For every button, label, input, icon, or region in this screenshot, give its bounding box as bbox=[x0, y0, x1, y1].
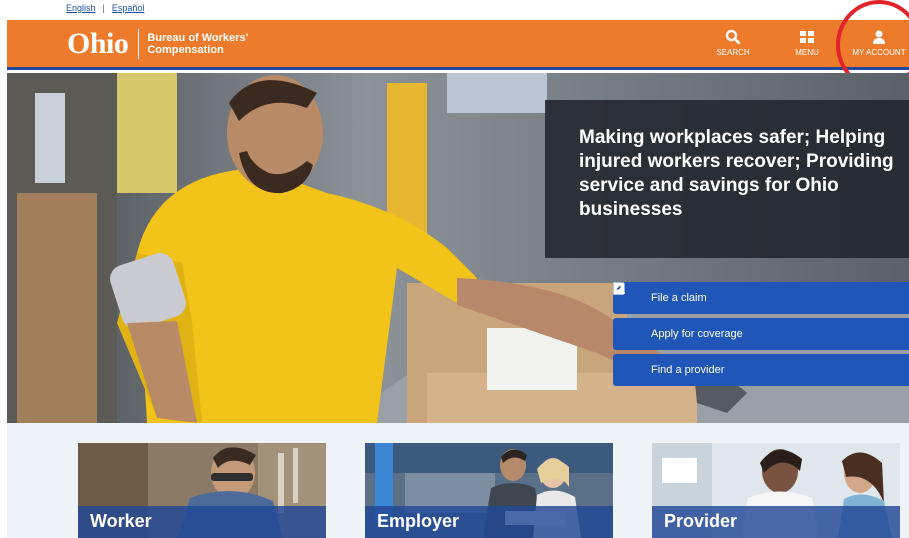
language-links: English | Español bbox=[66, 3, 144, 13]
site-header: Ohio Bureau of Workers' Compensation SEA… bbox=[7, 20, 909, 70]
menu-button[interactable]: MENU bbox=[787, 29, 827, 57]
logo-org-line1: Bureau of Workers' bbox=[147, 32, 249, 44]
provider-card[interactable]: Provider bbox=[652, 443, 900, 538]
language-separator: | bbox=[102, 3, 105, 13]
grid-menu-icon bbox=[800, 31, 814, 43]
audience-cards-section: Worker Employer Provider bbox=[7, 423, 909, 538]
quick-actions: File a claim Apply for coverage Find a p… bbox=[613, 282, 909, 390]
apply-for-coverage-label: Apply for coverage bbox=[651, 328, 743, 340]
hero-banner: Making workplaces safer; Helping injured… bbox=[7, 73, 909, 423]
espanol-link[interactable]: Español bbox=[112, 3, 145, 13]
document-icon bbox=[613, 282, 641, 305]
logo-org-line2: Compensation bbox=[147, 44, 224, 56]
employer-card-label: Employer bbox=[365, 506, 613, 538]
pencil-icon bbox=[613, 282, 641, 341]
menu-label: MENU bbox=[795, 48, 819, 57]
search-icon bbox=[725, 29, 741, 45]
english-link[interactable]: English bbox=[66, 3, 96, 13]
bwc-logo[interactable]: Ohio Bureau of Workers' Compensation bbox=[67, 29, 248, 59]
file-a-claim-label: File a claim bbox=[651, 292, 707, 304]
logo-org-name: Bureau of Workers' Compensation bbox=[147, 32, 248, 56]
search-label: SEARCH bbox=[716, 48, 750, 57]
search-icon bbox=[613, 282, 641, 377]
search-button[interactable]: SEARCH bbox=[713, 29, 753, 57]
hero-tagline: Making workplaces safer; Helping injured… bbox=[545, 100, 909, 258]
find-a-provider-label: Find a provider bbox=[651, 364, 725, 376]
logo-ohio-text: Ohio bbox=[67, 27, 129, 60]
employer-card[interactable]: Employer bbox=[365, 443, 613, 538]
provider-card-label: Provider bbox=[652, 506, 900, 538]
file-a-claim-button[interactable]: File a claim bbox=[613, 282, 909, 314]
worker-card[interactable]: Worker bbox=[78, 443, 326, 538]
logo-divider bbox=[138, 29, 140, 59]
apply-for-coverage-button[interactable]: Apply for coverage bbox=[613, 282, 909, 350]
language-bar: English | Español bbox=[0, 0, 909, 20]
worker-card-label: Worker bbox=[78, 506, 326, 538]
find-a-provider-button[interactable]: Find a provider bbox=[613, 282, 909, 386]
